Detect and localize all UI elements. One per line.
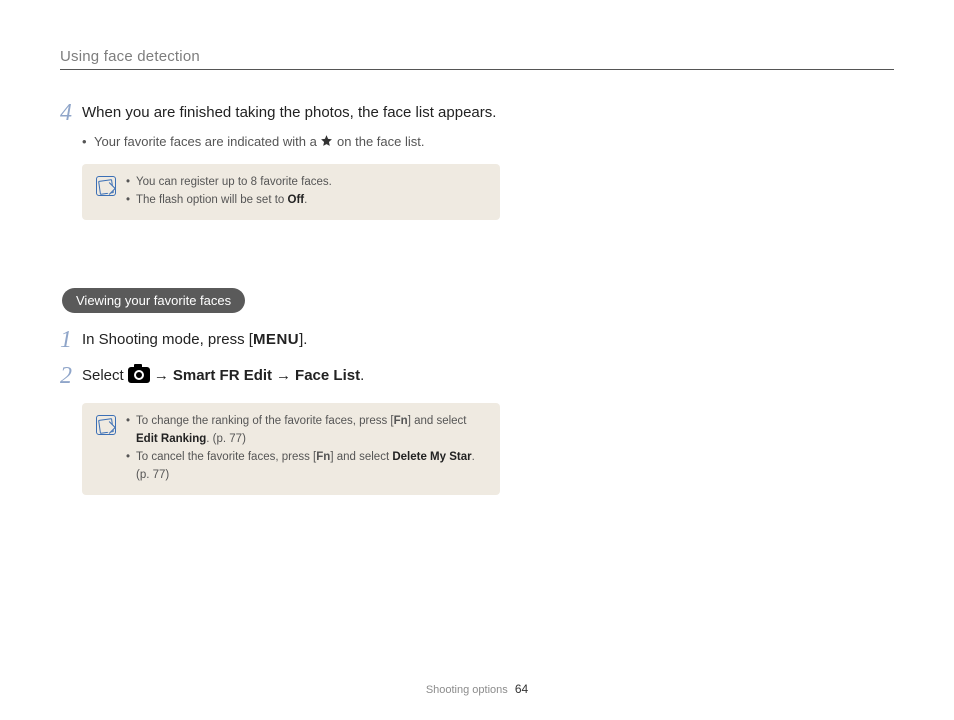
- note-text-pre: To cancel the favorite faces, press [: [136, 451, 316, 463]
- bullet-text-pre: Your favorite faces are indicated with a: [94, 134, 320, 149]
- step-text-post: .: [360, 367, 364, 384]
- arrow-icon: →: [150, 367, 173, 384]
- note-text-bold: Delete My Star: [392, 451, 471, 463]
- note-item: To change the ranking of the favorite fa…: [126, 413, 486, 449]
- step-text: When you are finished taking the photos,…: [82, 100, 500, 124]
- header-title: Using face detection: [60, 48, 894, 65]
- bullet-text-post: on the face list.: [333, 134, 424, 149]
- note-list: You can register up to 8 favorite faces.…: [126, 174, 486, 210]
- note-text: You can register up to 8 favorite faces.: [136, 176, 332, 188]
- fn-button-label: Fn: [394, 415, 408, 427]
- star-icon: [320, 134, 333, 147]
- page-header: Using face detection: [60, 48, 894, 70]
- note-text-post: .: [304, 194, 307, 206]
- note-item: To cancel the favorite faces, press [Fn]…: [126, 449, 486, 485]
- step-number: 4: [60, 100, 82, 126]
- note-text-mid: ] and select: [408, 415, 467, 427]
- note-box-2: To change the ranking of the favorite fa…: [82, 403, 500, 494]
- menu-button-label: MENU: [253, 331, 299, 348]
- step-4: 4 When you are finished taking the photo…: [60, 100, 500, 126]
- menu-path-item: Face List: [295, 367, 360, 384]
- note-text-post: . (p. 77): [206, 433, 246, 445]
- step-1: 1 In Shooting mode, press [MENU].: [60, 327, 500, 353]
- note-icon: [96, 415, 116, 435]
- step-4-bullets: Your favorite faces are indicated with a…: [82, 132, 500, 152]
- step-number: 1: [60, 327, 82, 353]
- note-list: To change the ranking of the favorite fa…: [126, 413, 486, 484]
- step-text-post: ].: [299, 331, 307, 348]
- step-text-pre: In Shooting mode, press [: [82, 331, 253, 348]
- arrow-icon: →: [272, 367, 295, 384]
- note-box-1: You can register up to 8 favorite faces.…: [82, 164, 500, 220]
- step-text: In Shooting mode, press [MENU].: [82, 327, 500, 351]
- note-text-pre: The flash option will be set to: [136, 194, 288, 206]
- note-text-bold: Edit Ranking: [136, 433, 206, 445]
- note-text-mid: ] and select: [330, 451, 392, 463]
- content-column: 4 When you are finished taking the photo…: [60, 100, 500, 495]
- menu-path-item: Smart FR Edit: [173, 367, 272, 384]
- page-footer: Shooting options 64: [0, 682, 954, 696]
- note-item: The flash option will be set to Off.: [126, 192, 486, 210]
- note-text-bold: Off: [288, 194, 305, 206]
- note-item: You can register up to 8 favorite faces.: [126, 174, 486, 192]
- note-icon: [96, 176, 116, 196]
- fn-button-label: Fn: [316, 451, 330, 463]
- section-pill: Viewing your favorite faces: [62, 288, 245, 313]
- note-text-pre: To change the ranking of the favorite fa…: [136, 415, 394, 427]
- page-number: 64: [515, 682, 528, 696]
- step-number: 2: [60, 363, 82, 389]
- step-text: Select →Smart FR Edit→Face List.: [82, 363, 500, 387]
- step-2: 2 Select →Smart FR Edit→Face List.: [60, 363, 500, 389]
- footer-section: Shooting options: [426, 684, 508, 696]
- step-text-pre: Select: [82, 367, 128, 384]
- camera-icon: [128, 367, 150, 383]
- bullet-item: Your favorite faces are indicated with a…: [82, 132, 500, 152]
